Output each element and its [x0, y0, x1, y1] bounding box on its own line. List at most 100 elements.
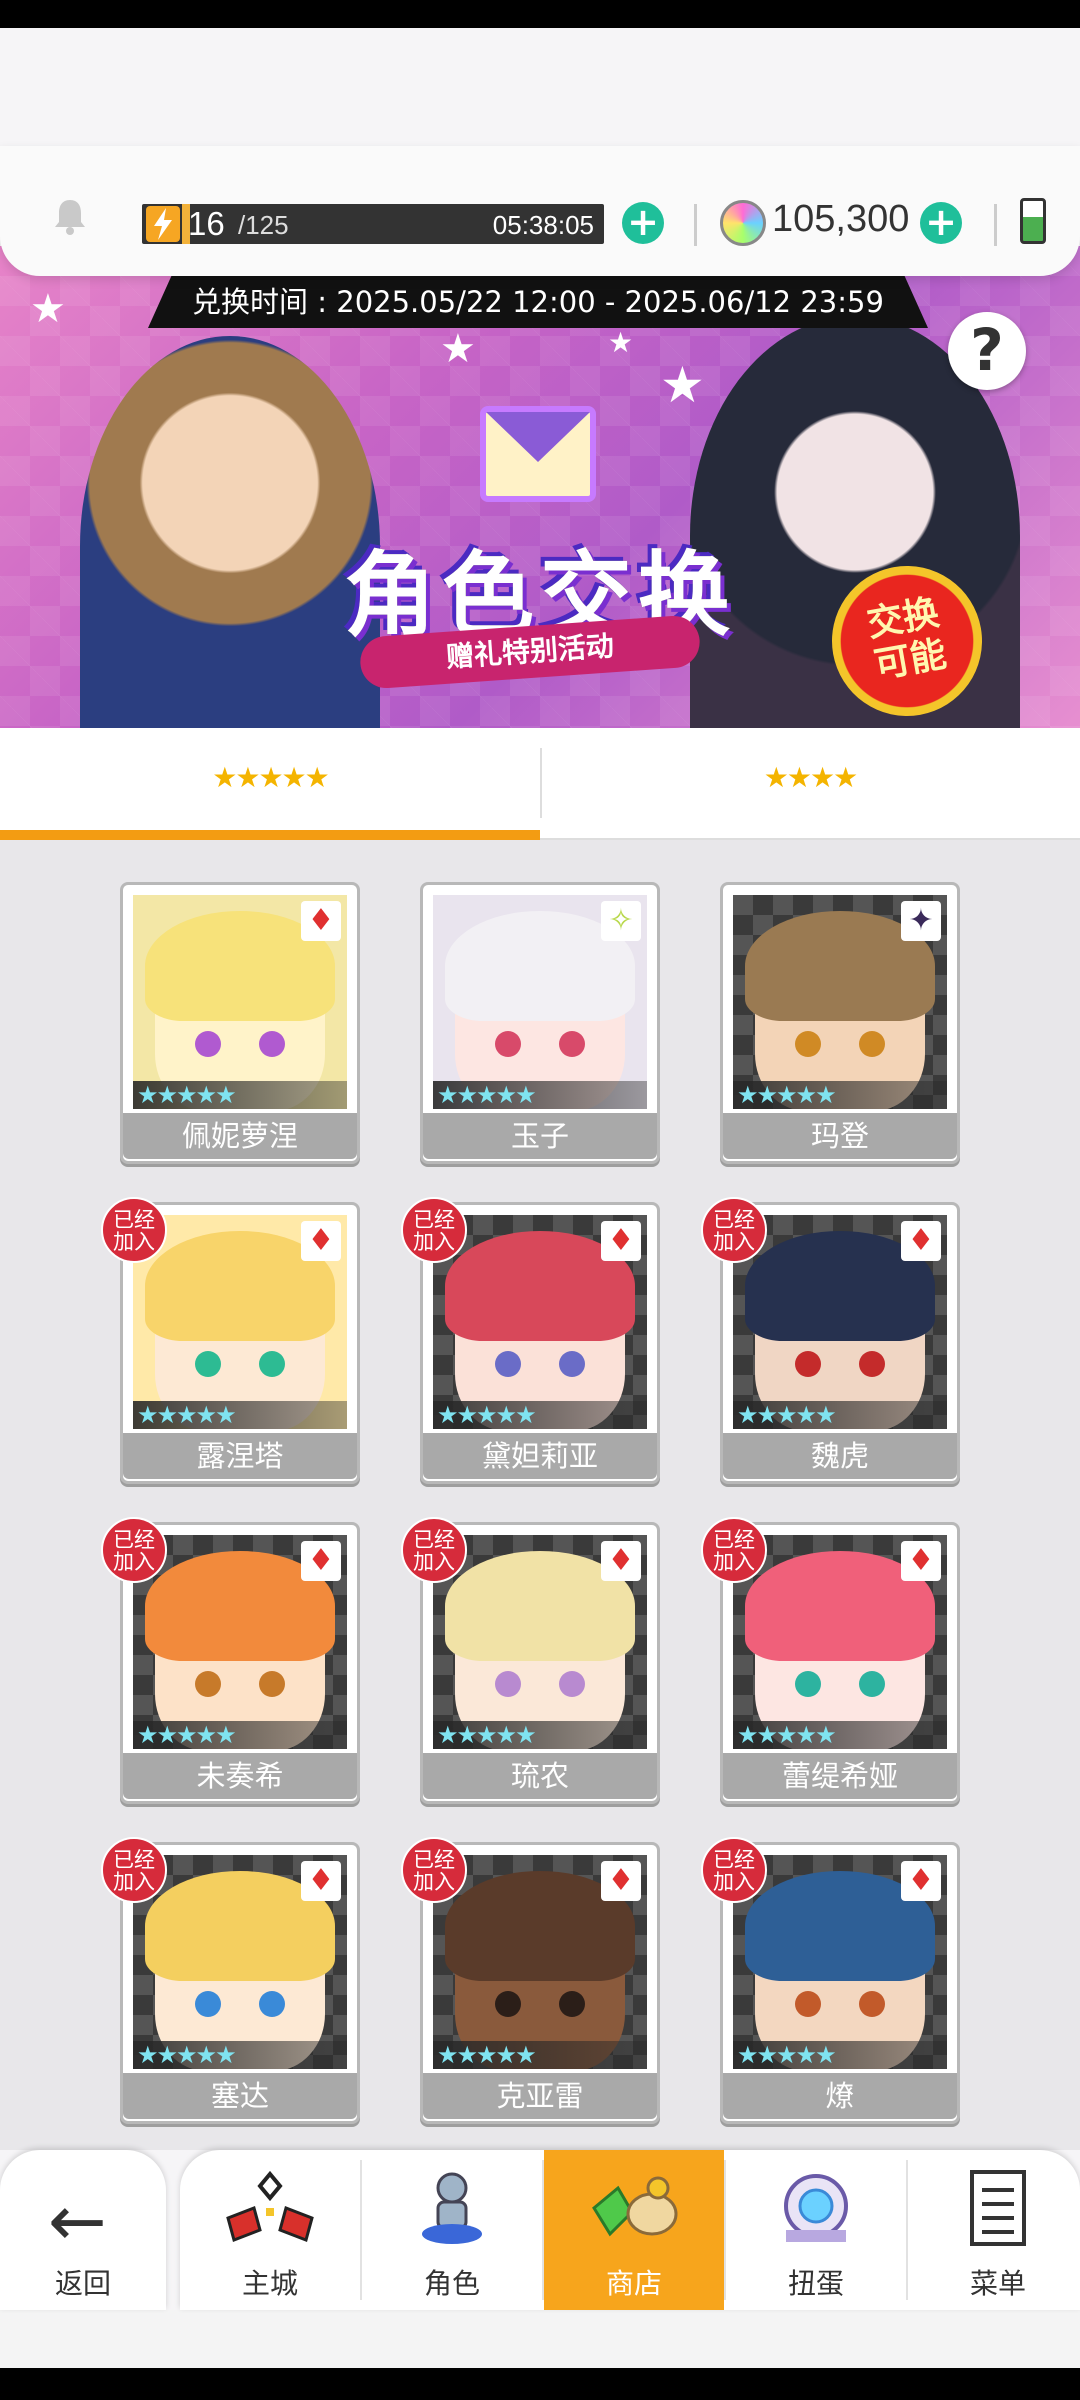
- gem-icon: [720, 200, 766, 246]
- attribute-icon: ♦: [901, 1221, 941, 1261]
- character-portrait: ♦: [133, 1855, 347, 2069]
- tab-5-star[interactable]: ★★★★★: [0, 728, 540, 840]
- character-card[interactable]: ♦ ★★★★★ 克亚雷 已经 加入: [401, 1837, 660, 2124]
- character-name: 玛登: [723, 1113, 957, 1159]
- back-button[interactable]: ← 返回: [0, 2150, 166, 2310]
- character-name: 露涅塔: [123, 1433, 357, 1479]
- character-portrait: ♦: [433, 1535, 647, 1749]
- rarity-stars: ★★★★★: [733, 1721, 947, 1749]
- character-portrait: ♦: [433, 1855, 647, 2069]
- nav-item-castle[interactable]: 主城: [180, 2150, 360, 2310]
- character-card[interactable]: ♦ ★★★★★ 露涅塔 已经 加入: [101, 1197, 360, 1484]
- gacha-icon: [784, 2174, 848, 2242]
- character-name: 克亚雷: [423, 2073, 657, 2119]
- bottom-navigation: ← 返回 主城 角色 商店 扭蛋 菜单: [0, 2122, 1080, 2310]
- castle-icon: [226, 2170, 314, 2242]
- character-portrait: ♦: [433, 1215, 647, 1429]
- star-icon: ★: [30, 286, 66, 332]
- add-gems-button[interactable]: +: [920, 202, 962, 244]
- rarity-tabs: ★★★★★ ★★★★: [0, 728, 1080, 840]
- already-joined-badge: 已经 加入: [701, 1197, 767, 1263]
- rarity-stars: ★★★★★: [133, 2041, 347, 2069]
- nav-label: 扭蛋: [787, 2267, 844, 2300]
- character-card[interactable]: ♦ ★★★★★ 蕾缇希娅 已经 加入: [701, 1517, 960, 1804]
- character-portrait: ♦: [133, 1535, 347, 1749]
- character-card[interactable]: ♦ ★★★★★ 魏虎 已经 加入: [701, 1197, 960, 1484]
- rarity-stars: ★★★★★: [433, 1081, 647, 1109]
- character-portrait: ♦: [733, 1215, 947, 1429]
- character-card[interactable]: ♦ ★★★★★ 塞达 已经 加入: [101, 1837, 360, 2124]
- nav-label: 菜单: [969, 2267, 1026, 2300]
- app-screen: 16 /125 05:38:05 + 105,300 + 兑换时间 : 2025…: [0, 28, 1080, 2368]
- character-card[interactable]: ♦ ★★★★★ 琉农 已经 加入: [401, 1517, 660, 1804]
- attribute-icon: ♦: [601, 1221, 641, 1261]
- character-card[interactable]: ♦ ★★★★★ 未奏希 已经 加入: [101, 1517, 360, 1804]
- rarity-stars: ★★★★★: [133, 1401, 347, 1429]
- event-banner: 兑换时间 : 2025.05/22 12:00 - 2025.06/12 23:…: [0, 246, 1080, 728]
- nav-item-gacha[interactable]: 扭蛋: [726, 2150, 906, 2310]
- character-card[interactable]: ✧ ★★★★★ 玉子: [420, 882, 660, 1164]
- character-name: 玉子: [423, 1113, 657, 1159]
- stamina-gauge: 16 /125 05:38:05: [142, 204, 604, 244]
- rarity-stars: ★★★★★: [433, 1721, 647, 1749]
- rarity-stars: ★★★★★: [433, 1401, 647, 1429]
- rarity-stars: ★★★★★: [733, 2041, 947, 2069]
- star-icon: ★: [608, 326, 634, 359]
- star-icon: ★: [440, 326, 476, 372]
- attribute-icon: ♦: [601, 1541, 641, 1581]
- character-name: 琉农: [423, 1753, 657, 1799]
- character-portrait: ♦: [733, 1535, 947, 1749]
- attribute-icon: ♦: [301, 1541, 341, 1581]
- character-portrait: ♦: [133, 1215, 347, 1429]
- already-joined-badge: 已经 加入: [101, 1197, 167, 1263]
- already-joined-badge: 已经 加入: [101, 1837, 167, 1903]
- nav-label: 角色: [423, 2267, 480, 2300]
- already-joined-badge: 已经 加入: [701, 1517, 767, 1583]
- attribute-icon: ✦: [901, 901, 941, 941]
- already-joined-badge: 已经 加入: [401, 1837, 467, 1903]
- attribute-icon: ♦: [901, 1861, 941, 1901]
- character-portrait: ✦: [733, 895, 947, 1109]
- character-card[interactable]: ♦ ★★★★★ 佩妮萝涅: [120, 882, 360, 1164]
- main-nav-bar: 主城 角色 商店 扭蛋 菜单: [180, 2150, 1080, 2310]
- nav-item-shop[interactable]: 商店: [544, 2150, 724, 2310]
- character-grid: ♦ ★★★★★ 佩妮萝涅 ✧ ★★★★★ 玉子 ✦ ★★★★★ 玛登 ♦ ★★★★★ 露涅塔 已经 加入…: [0, 840, 1080, 2150]
- divider: [694, 204, 697, 246]
- star-icon: ★: [660, 356, 705, 414]
- tab-4-star[interactable]: ★★★★: [540, 728, 1080, 840]
- nav-label: 商店: [605, 2267, 662, 2300]
- divider: [994, 204, 997, 246]
- bell-icon[interactable]: [50, 196, 90, 236]
- rarity-stars: ★★★★★: [133, 1081, 347, 1109]
- attribute-icon: ♦: [901, 1541, 941, 1581]
- character-card[interactable]: ♦ ★★★★★ 黛妲莉亚 已经 加入: [401, 1197, 660, 1484]
- stamina-max: /125: [238, 210, 289, 240]
- character-portrait: ✧: [433, 895, 647, 1109]
- character-portrait: ♦: [133, 895, 347, 1109]
- gem-count: 105,300: [772, 198, 910, 240]
- envelope-icon: [480, 406, 596, 502]
- character-card[interactable]: ✦ ★★★★★ 玛登: [720, 882, 960, 1164]
- nav-item-menu[interactable]: 菜单: [908, 2150, 1080, 2310]
- character-name: 蕾缇希娅: [723, 1753, 957, 1799]
- nav-label: 主城: [241, 2267, 298, 2300]
- stamina-current: 16: [188, 205, 225, 242]
- system-nav-area: [0, 2310, 1080, 2368]
- character-name: 黛妲莉亚: [423, 1433, 657, 1479]
- back-arrow-icon: ←: [48, 2180, 107, 2262]
- attribute-icon: ♦: [601, 1861, 641, 1901]
- back-label: 返回: [54, 2267, 111, 2300]
- rarity-stars: ★★★★★: [733, 1081, 947, 1109]
- attribute-icon: ♦: [301, 1861, 341, 1901]
- already-joined-badge: 已经 加入: [701, 1837, 767, 1903]
- nav-item-character[interactable]: 角色: [362, 2150, 542, 2310]
- add-stamina-button[interactable]: +: [622, 202, 664, 244]
- character-name: 未奏希: [123, 1753, 357, 1799]
- rarity-stars: ★★★★★: [433, 2041, 647, 2069]
- menu-icon: [970, 2170, 1026, 2246]
- character-icon: [422, 2172, 482, 2244]
- character-card[interactable]: ♦ ★★★★★ 燎 已经 加入: [701, 1837, 960, 2124]
- resource-bar: 16 /125 05:38:05 + 105,300 +: [0, 146, 1080, 276]
- help-button[interactable]: ?: [948, 312, 1026, 390]
- stamina-timer: 05:38:05: [492, 210, 594, 240]
